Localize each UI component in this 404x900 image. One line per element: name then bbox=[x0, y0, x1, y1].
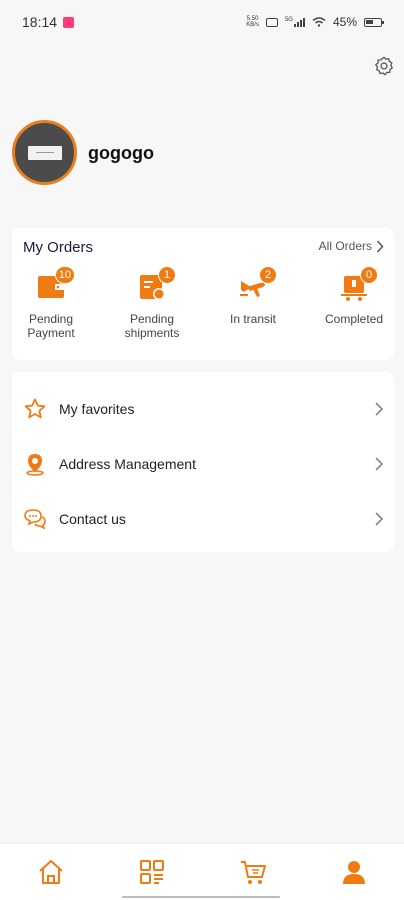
menu-item-label: Address Management bbox=[59, 455, 196, 472]
order-status-label: Completed bbox=[324, 312, 384, 326]
hd-icon bbox=[265, 17, 278, 27]
order-badge: 10 bbox=[54, 266, 75, 284]
location-pin-icon bbox=[26, 453, 44, 476]
chevron-right-icon bbox=[375, 511, 384, 526]
chat-icon bbox=[24, 508, 46, 530]
order-status-pending-shipments[interactable]: 1 Pending shipments bbox=[112, 266, 192, 340]
star-icon bbox=[24, 398, 46, 418]
menu-item-address-management[interactable]: Address Management bbox=[12, 436, 394, 491]
order-status-pending-payment[interactable]: 10 Pending Payment bbox=[11, 266, 91, 340]
nav-cart[interactable] bbox=[233, 852, 273, 892]
order-badge: 2 bbox=[259, 266, 277, 284]
chevron-right-icon bbox=[375, 456, 384, 471]
status-time: 18:14 bbox=[22, 14, 58, 30]
order-badge: 0 bbox=[360, 266, 378, 284]
signal-icon: 5G bbox=[285, 17, 305, 27]
status-bar: 18:14 5.50 KB/s 5G 45% bbox=[0, 0, 404, 44]
nav-profile[interactable] bbox=[334, 852, 374, 892]
order-status-completed[interactable]: 0 Completed bbox=[314, 266, 394, 326]
wifi-icon bbox=[312, 17, 326, 27]
all-orders-label: All Orders bbox=[318, 239, 372, 253]
battery-icon bbox=[364, 17, 384, 27]
person-icon bbox=[342, 861, 365, 884]
settings-gear-icon[interactable] bbox=[373, 55, 395, 77]
username: gogogo bbox=[88, 143, 154, 163]
home-icon bbox=[38, 860, 63, 884]
network-speed: 5.50 KB/s bbox=[246, 16, 259, 28]
my-orders-title: My Orders bbox=[23, 239, 94, 256]
order-badge: 1 bbox=[158, 266, 176, 284]
order-status-label: Pending shipments bbox=[124, 312, 180, 340]
category-icon bbox=[139, 860, 164, 884]
bottom-nav bbox=[0, 843, 404, 900]
menu-item-contact-us[interactable]: Contact us bbox=[12, 491, 394, 546]
menu-item-label: Contact us bbox=[59, 510, 126, 527]
cart-icon bbox=[240, 861, 266, 884]
avatar-image bbox=[27, 145, 62, 160]
chevron-right-icon bbox=[375, 401, 384, 416]
battery-percent: 45% bbox=[332, 15, 357, 29]
chevron-right-icon bbox=[376, 239, 384, 253]
nav-home[interactable] bbox=[31, 852, 71, 892]
menu-item-label: My favorites bbox=[59, 400, 135, 417]
order-status-label: In transit bbox=[229, 312, 277, 326]
all-orders-link[interactable]: All Orders bbox=[319, 239, 384, 253]
order-status-label: Pending Payment bbox=[27, 312, 75, 340]
home-indicator bbox=[122, 896, 280, 898]
status-right: 5.50 KB/s 5G 45% bbox=[246, 15, 384, 29]
avatar[interactable] bbox=[12, 120, 77, 185]
status-left: 18:14 bbox=[22, 14, 75, 30]
nav-category[interactable] bbox=[132, 852, 172, 892]
menu-item-favorites[interactable]: My favorites bbox=[12, 381, 394, 436]
menu-card: My favorites Address Management Contact … bbox=[12, 372, 394, 552]
app-notification-icon bbox=[63, 16, 75, 28]
order-status-in-transit[interactable]: 2 In transit bbox=[213, 266, 293, 326]
my-orders-card: My Orders All Orders 10 Pending Payment bbox=[12, 228, 394, 360]
network-type: 5G bbox=[284, 17, 293, 23]
